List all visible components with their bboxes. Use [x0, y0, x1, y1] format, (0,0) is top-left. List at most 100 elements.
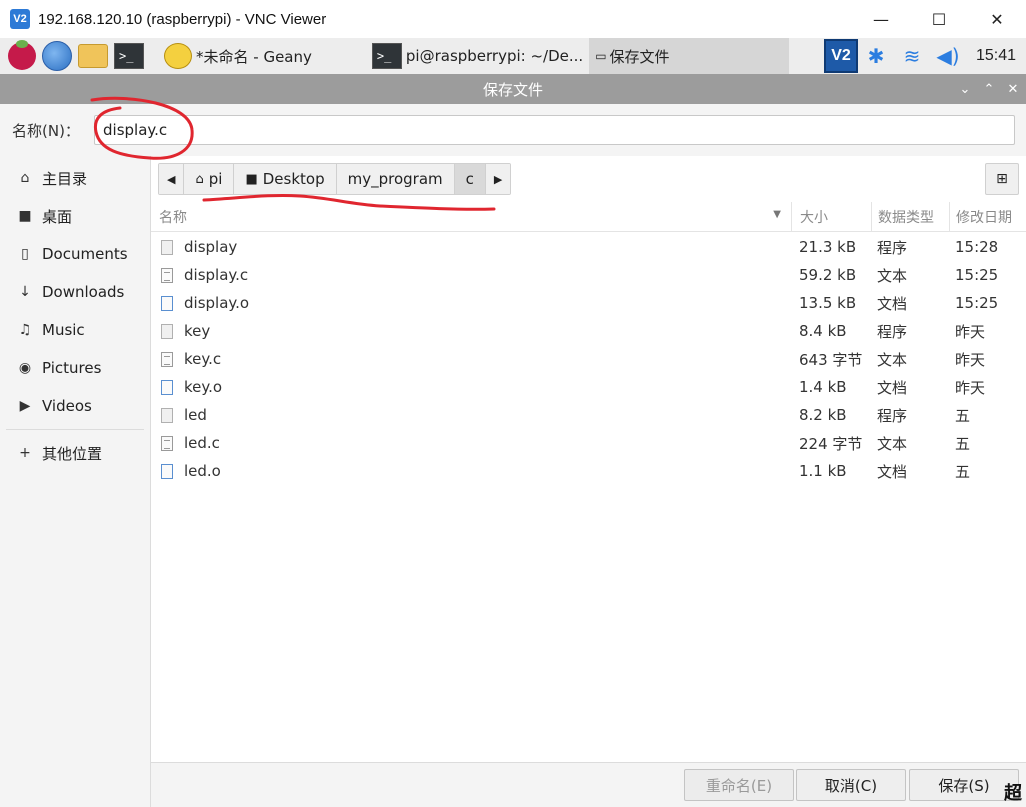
file-icon — [161, 463, 173, 479]
file-name: key.o — [184, 378, 223, 396]
globe-icon — [42, 41, 72, 71]
crumb-c[interactable]: c — [454, 164, 486, 194]
minimize-button[interactable]: — — [852, 0, 910, 38]
dialog-action-bar: 重命名(E) 取消(C) 保存(S) — [151, 762, 1026, 807]
browser-launcher[interactable] — [42, 41, 72, 71]
new-folder-icon: ⊞ — [996, 171, 1008, 187]
file-size: 224 字节 — [799, 434, 863, 453]
task-label: *未命名 - Geany — [196, 47, 312, 66]
dialog-controls: ⌄ ⌃ ✕ — [958, 74, 1020, 104]
cancel-button[interactable]: 取消(C) — [796, 769, 906, 801]
vnc-tray-icon[interactable]: V2 — [824, 39, 858, 73]
sidebar-item-downloads[interactable]: ↓ Downloads — [0, 273, 150, 311]
list-header: 名称 ▼ 大小 数据类型 修改日期 — [151, 201, 1026, 232]
file-icon — [161, 379, 173, 395]
window-controls: — ☐ ✕ — [852, 0, 1026, 38]
file-size: 21.3 kB — [799, 238, 857, 256]
column-header-label: 修改日期 — [956, 209, 1012, 226]
file-name: key — [184, 322, 211, 340]
sidebar-divider — [6, 429, 144, 430]
sidebar-item-pictures[interactable]: ◉ Pictures — [0, 349, 150, 387]
table-row[interactable]: led.c 224 字节 文本 五 — [151, 429, 1026, 457]
file-name-cell: display.o — [151, 294, 791, 312]
save-button[interactable]: 保存(S) — [909, 769, 1019, 801]
task-label: pi@raspberrypi: ~/De... — [405, 47, 584, 65]
music-icon: ♫ — [18, 322, 32, 338]
folder-icon — [78, 44, 108, 68]
volume-icon[interactable]: ◀) — [930, 38, 966, 74]
terminal-icon: >_ — [114, 43, 144, 69]
crumb-my-program[interactable]: my_program — [336, 164, 455, 194]
rename-button[interactable]: 重命名(E) — [684, 769, 794, 801]
sidebar-item-desktop[interactable]: ■ 桌面 — [0, 197, 150, 235]
maximize-button[interactable]: ☐ — [910, 0, 968, 38]
path-scroll-right-button[interactable]: ▶ — [485, 164, 511, 194]
file-name-cell: led — [151, 406, 791, 424]
sidebar-item-videos[interactable]: ▶ Videos — [0, 387, 150, 425]
filename-input[interactable] — [94, 115, 1015, 145]
sidebar-item-label: 其他位置 — [42, 444, 103, 463]
close-icon[interactable]: ✕ — [1006, 82, 1020, 97]
file-size: 1.1 kB — [799, 462, 847, 480]
terminal-launcher[interactable]: >_ — [114, 41, 144, 71]
file-name-cell: key.o — [151, 378, 791, 396]
table-row[interactable]: display.c 59.2 kB 文本 15:25 — [151, 261, 1026, 289]
file-name: display.o — [184, 294, 250, 312]
file-date: 五 — [955, 434, 971, 453]
file-date: 五 — [955, 406, 971, 425]
column-header-name[interactable]: 名称 ▼ — [151, 207, 791, 227]
terminal-icon: >_ — [371, 43, 402, 69]
sidebar-item-home[interactable]: ⌂ 主目录 — [0, 159, 150, 197]
table-row[interactable]: display.o 13.5 kB 文档 15:25 — [151, 289, 1026, 317]
file-manager-launcher[interactable] — [78, 41, 108, 71]
table-row[interactable]: led.o 1.1 kB 文档 五 — [151, 457, 1026, 485]
task-label: 保存文件 — [609, 47, 670, 66]
file-icon — [161, 267, 173, 283]
table-row[interactable]: led 8.2 kB 程序 五 — [151, 401, 1026, 429]
crumb-desktop[interactable]: ■ Desktop — [234, 164, 337, 194]
file-name: led.c — [184, 434, 220, 452]
crumb-label: Desktop — [262, 170, 325, 188]
wifi-icon[interactable]: ≋ — [894, 38, 930, 74]
sidebar-item-label: Videos — [42, 397, 92, 415]
file-type: 文档 — [877, 378, 908, 397]
column-header-date[interactable]: 修改日期 — [949, 201, 1026, 232]
file-type: 程序 — [877, 238, 908, 257]
file-name: led — [184, 406, 207, 424]
file-name: led.o — [184, 462, 221, 480]
folder-icon: ■ — [245, 171, 258, 187]
column-header-type[interactable]: 数据类型 — [871, 201, 949, 232]
sidebar-item-music[interactable]: ♫ Music — [0, 311, 150, 349]
column-header-size[interactable]: 大小 — [791, 201, 871, 232]
table-row[interactable]: key.c 643 字节 文本 昨天 — [151, 345, 1026, 373]
breadcrumb: ◀ ⌂ pi ■ Desktop my_program c ▶ — [158, 163, 512, 195]
chevron-up-icon[interactable]: ⌃ — [982, 82, 996, 97]
file-icon — [161, 323, 173, 339]
table-row[interactable]: display 21.3 kB 程序 15:28 — [151, 233, 1026, 261]
task-save-dialog[interactable]: ▭ 保存文件 — [589, 38, 790, 74]
file-type: 文本 — [877, 350, 908, 369]
bluetooth-icon[interactable]: ✱ — [858, 38, 894, 74]
sidebar-item-documents[interactable]: ▯ Documents — [0, 235, 150, 273]
table-row[interactable]: key 8.4 kB 程序 昨天 — [151, 317, 1026, 345]
chevron-down-icon[interactable]: ⌄ — [958, 82, 972, 97]
file-rows: display 21.3 kB 程序 15:28 display.c 59.2 kB 文本 1… — [151, 232, 1026, 485]
video-icon: ▶ — [19, 398, 31, 414]
sidebar-item-label: Pictures — [42, 359, 102, 377]
column-header-label: 大小 — [800, 209, 828, 226]
raspberry-menu-icon[interactable] — [8, 40, 36, 70]
file-date: 昨天 — [955, 350, 986, 369]
task-terminal[interactable]: >_ pi@raspberrypi: ~/De... — [366, 38, 589, 74]
dialog-header: 保存文件 ⌄ ⌃ ✕ — [0, 74, 1026, 104]
path-scroll-left-button[interactable]: ◀ — [159, 164, 185, 194]
new-folder-button[interactable]: ⊞ — [985, 163, 1019, 195]
table-row[interactable]: key.o 1.4 kB 文档 昨天 — [151, 373, 1026, 401]
corner-watermark: 超 — [1004, 783, 1022, 804]
close-button[interactable]: ✕ — [968, 0, 1026, 38]
crumb-pi[interactable]: ⌂ pi — [184, 164, 235, 194]
file-size: 643 字节 — [799, 350, 863, 369]
sidebar-item-label: Documents — [42, 245, 128, 263]
task-geany[interactable]: *未命名 - Geany — [158, 38, 318, 74]
sidebar-item-other-locations[interactable]: + 其他位置 — [0, 434, 150, 472]
column-header-label: 名称 — [159, 209, 187, 226]
